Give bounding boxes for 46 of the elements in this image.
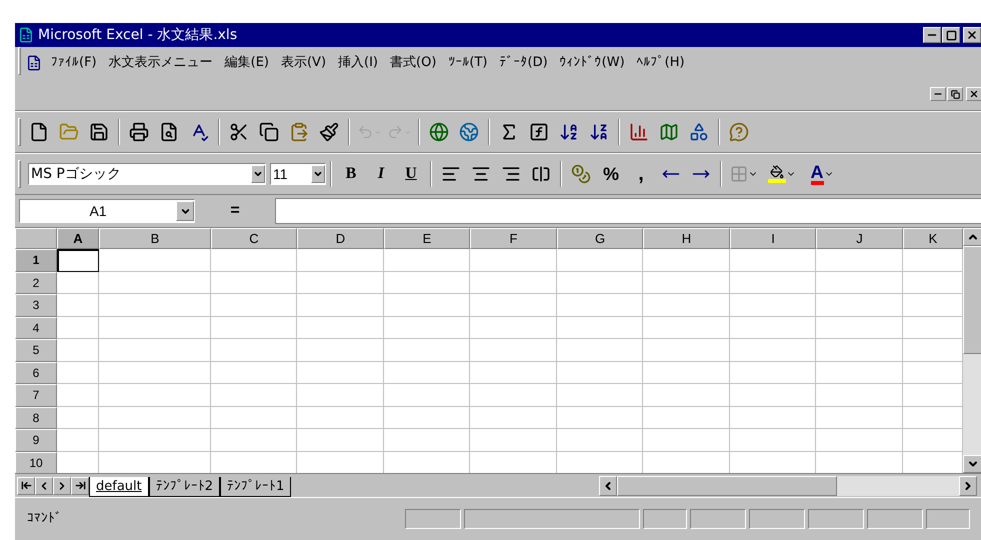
- menu-item[interactable]: 挿入(I): [333, 53, 384, 73]
- menu-item[interactable]: ﾍﾙﾌﾟ(H): [632, 53, 690, 73]
- column-header[interactable]: B: [99, 228, 211, 249]
- column-header[interactable]: H: [643, 228, 730, 249]
- column-header[interactable]: G: [557, 228, 643, 249]
- column-header[interactable]: J: [816, 228, 903, 249]
- menu-item[interactable]: ｳｨﾝﾄﾞｳ(W): [554, 53, 630, 73]
- row-header[interactable]: 2: [15, 272, 57, 294]
- column-header[interactable]: E: [384, 228, 470, 249]
- underline-button[interactable]: U: [396, 161, 426, 187]
- row-header[interactable]: 5: [15, 339, 57, 362]
- column-header[interactable]: F: [470, 228, 557, 249]
- percent-button[interactable]: %: [596, 161, 626, 187]
- column-header[interactable]: C: [211, 228, 297, 249]
- menu-item[interactable]: 編集(E): [220, 53, 274, 73]
- italic-button[interactable]: I: [366, 161, 396, 187]
- font-color-button[interactable]: A: [802, 161, 842, 187]
- equals-sign: =: [229, 201, 241, 221]
- window-title: Microsoft Excel - 水文結果.xls: [38, 26, 238, 44]
- bold-button[interactable]: B: [336, 161, 366, 187]
- comma-button[interactable]: ,: [626, 161, 656, 187]
- row-header[interactable]: 4: [15, 316, 57, 339]
- row-header[interactable]: 1: [15, 249, 57, 272]
- row-header[interactable]: 3: [15, 294, 57, 316]
- row-header[interactable]: 7: [15, 384, 57, 406]
- menu-item[interactable]: ﾃﾞｰﾀ(D): [494, 53, 553, 73]
- column-header[interactable]: I: [730, 228, 816, 249]
- menu-item[interactable]: 水文表示メニュー: [104, 53, 218, 73]
- column-header[interactable]: A: [57, 228, 99, 249]
- column-header[interactable]: D: [297, 228, 384, 249]
- row-header[interactable]: 6: [15, 362, 57, 384]
- menu-item[interactable]: 書式(O): [385, 53, 442, 73]
- sheet-tab[interactable]: ﾃﾝﾌﾟﾚｰﾄ2: [148, 476, 220, 496]
- row-header[interactable]: 10: [15, 452, 57, 474]
- row-header[interactable]: 8: [15, 406, 57, 429]
- menu-item[interactable]: 表示(V): [276, 53, 332, 73]
- sheet-tab[interactable]: ﾃﾝﾌﾟﾚｰﾄ1: [220, 476, 292, 496]
- name-box[interactable]: A1: [19, 199, 195, 223]
- font-size-dropdown[interactable]: 11: [270, 163, 326, 185]
- status-text: ｺﾏﾝﾄﾞ: [26, 510, 63, 528]
- menu-item[interactable]: ﾂｰﾙ(T): [443, 53, 492, 73]
- column-header[interactable]: K: [903, 228, 963, 249]
- row-header[interactable]: 9: [15, 429, 57, 452]
- font-dropdown[interactable]: MS Pゴシック: [28, 163, 266, 185]
- menu-item[interactable]: ﾌｧｲﾙ(F): [46, 53, 102, 73]
- sheet-tab[interactable]: default: [89, 476, 149, 496]
